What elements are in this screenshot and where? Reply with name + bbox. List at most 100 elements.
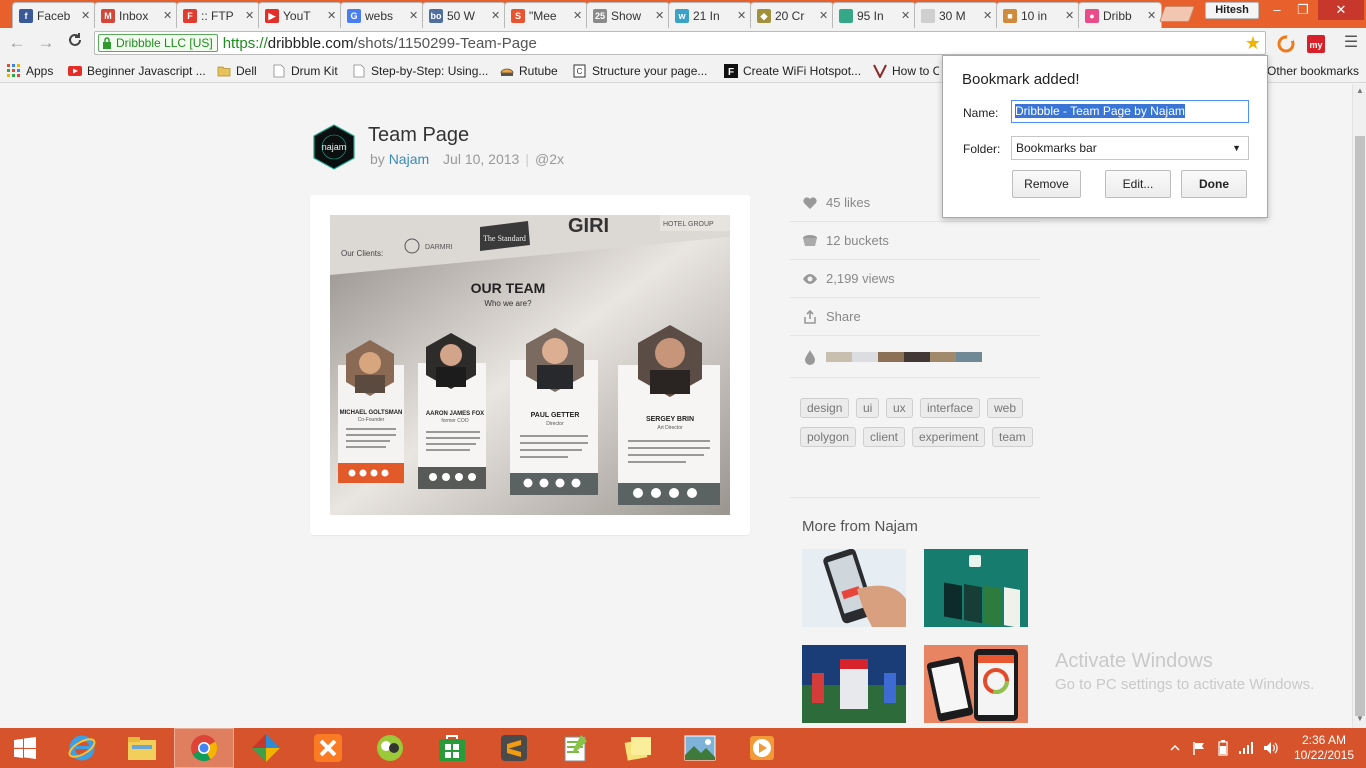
taskbar-file-explorer[interactable] — [112, 728, 172, 768]
browser-tab[interactable]: ● Dribb ✕ — [1078, 2, 1162, 28]
taskbar-app-green[interactable] — [360, 728, 420, 768]
action-center-flag-icon[interactable] — [1192, 741, 1206, 755]
tag-interface[interactable]: interface — [920, 398, 981, 418]
more-shot-thumbnail[interactable] — [924, 645, 1028, 723]
taskbar-notepad-plus[interactable] — [546, 728, 606, 768]
bookmark-dell[interactable]: Dell — [217, 62, 257, 79]
volume-icon[interactable] — [1263, 741, 1279, 755]
tag-client[interactable]: client — [863, 427, 906, 447]
tab-close-icon[interactable]: ✕ — [163, 9, 173, 22]
browser-tab[interactable]: F:: FTP ✕ — [176, 2, 260, 28]
tab-close-icon[interactable]: ✕ — [819, 9, 829, 22]
taskbar-store[interactable] — [422, 728, 482, 768]
tab-close-icon[interactable]: ✕ — [491, 9, 501, 22]
system-clock[interactable]: 2:36 AM 10/22/2015 — [1288, 733, 1360, 763]
extension-sync-icon[interactable] — [1276, 34, 1296, 54]
bookmark-how-to[interactable]: How to C — [873, 62, 939, 79]
tag-ux[interactable]: ux — [886, 398, 913, 418]
tag-ui[interactable]: ui — [856, 398, 880, 418]
tab-close-icon[interactable]: ✕ — [81, 9, 91, 22]
remove-button[interactable]: Remove — [1012, 170, 1081, 198]
taskbar-app-diamond[interactable] — [236, 728, 296, 768]
show-hidden-icons-icon[interactable] — [1170, 743, 1180, 753]
close-window-button[interactable]: ✕ — [1318, 0, 1364, 20]
taskbar-photo-viewer[interactable] — [670, 728, 730, 768]
browser-tab[interactable]: w 21 In ✕ — [668, 2, 752, 28]
tag-design[interactable]: design — [800, 398, 850, 418]
more-shot-thumbnail[interactable] — [802, 645, 906, 723]
browser-tab[interactable]: M Inbox ✕ — [94, 2, 178, 28]
bookmark-star-icon[interactable]: ★ — [1245, 33, 1261, 54]
bookmark-beginner-javascript[interactable]: Beginner Javascript ... — [68, 62, 206, 79]
chrome-menu-icon[interactable]: ☰ — [1340, 32, 1362, 54]
tab-close-icon[interactable]: ✕ — [901, 9, 911, 22]
browser-tab[interactable]: Gwebs ✕ — [340, 2, 424, 28]
new-tab-button[interactable] — [1159, 6, 1195, 22]
done-button[interactable]: Done — [1181, 170, 1247, 198]
address-bar[interactable]: Dribbble LLC [US] https://dribbble.com/s… — [94, 31, 1266, 55]
tag-team[interactable]: team — [992, 427, 1033, 447]
tab-close-icon[interactable]: ✕ — [1065, 9, 1075, 22]
taskbar-media-player[interactable] — [732, 728, 792, 768]
bookmark-structure-your-page[interactable]: C Structure your page... — [573, 62, 707, 79]
tab-close-icon[interactable]: ✕ — [655, 9, 665, 22]
tab-close-icon[interactable]: ✕ — [983, 9, 993, 22]
browser-tab[interactable]: ■ 10 in ✕ — [996, 2, 1080, 28]
extension-my-icon[interactable]: my — [1306, 34, 1326, 54]
palette-swatch[interactable] — [930, 351, 956, 362]
tab-close-icon[interactable]: ✕ — [573, 9, 583, 22]
more-shot-thumbnail[interactable] — [802, 549, 906, 627]
taskbar-internet-explorer[interactable] — [52, 728, 112, 768]
browser-tab[interactable]: f Faceb ✕ — [12, 2, 96, 28]
share-stat[interactable]: Share — [790, 298, 1040, 336]
taskbar-sublime[interactable] — [484, 728, 544, 768]
tab-close-icon[interactable]: ✕ — [327, 9, 337, 22]
palette-swatch[interactable] — [904, 351, 930, 362]
minimize-button[interactable]: – — [1264, 0, 1290, 20]
bookmark-step-by-step[interactable]: Step-by-Step: Using... — [352, 62, 488, 79]
other-bookmarks[interactable]: Other bookmarks — [1267, 62, 1359, 79]
bookmark-name-input[interactable]: Dribbble - Team Page by Najam — [1011, 100, 1249, 123]
author-link[interactable]: Najam — [389, 151, 429, 167]
shot-image[interactable]: Our Clients: DARMRI The Standard GIRI HO… — [330, 215, 730, 515]
maximize-button[interactable]: ❐ — [1290, 0, 1316, 20]
scroll-up-arrow[interactable]: ▲ — [1355, 86, 1365, 96]
author-avatar[interactable]: najam — [313, 124, 355, 170]
tag-experiment[interactable]: experiment — [912, 427, 986, 447]
reload-button[interactable] — [64, 32, 86, 54]
taskbar-sticky-notes[interactable] — [608, 728, 668, 768]
start-button[interactable] — [0, 728, 50, 768]
network-signal-icon[interactable] — [1238, 741, 1254, 755]
scroll-down-arrow[interactable]: ▼ — [1355, 714, 1365, 724]
folder-select[interactable]: Bookmarks bar ▼ — [1011, 136, 1249, 160]
bookmark-rutube[interactable]: Rutube — [500, 62, 558, 79]
browser-tab[interactable]: 25 Show ✕ — [586, 2, 670, 28]
tag-web[interactable]: web — [987, 398, 1024, 418]
back-button[interactable]: ← — [6, 32, 28, 54]
bookmark-drum-kit[interactable]: Drum Kit — [272, 62, 338, 79]
palette-swatch[interactable] — [878, 351, 904, 362]
edit-button[interactable]: Edit... — [1105, 170, 1171, 198]
browser-tab[interactable]: 95 In ✕ — [832, 2, 916, 28]
browser-tab[interactable]: S "Mee ✕ — [504, 2, 588, 28]
tag-polygon[interactable]: polygon — [800, 427, 857, 447]
browser-tab[interactable]: 30 M ✕ — [914, 2, 998, 28]
taskbar-chrome[interactable] — [174, 728, 234, 768]
tab-close-icon[interactable]: ✕ — [737, 9, 747, 22]
forward-button[interactable]: → — [35, 32, 57, 54]
palette-swatch[interactable] — [826, 351, 852, 362]
security-badge[interactable]: Dribbble LLC [US] — [98, 34, 218, 52]
palette-swatch[interactable] — [956, 351, 982, 362]
tab-close-icon[interactable]: ✕ — [409, 9, 419, 22]
scrollbar-thumb[interactable] — [1355, 136, 1365, 716]
battery-icon[interactable] — [1218, 740, 1228, 756]
browser-tab[interactable]: ▶ YouT ✕ — [258, 2, 342, 28]
page-scrollbar[interactable]: ▲ ▼ — [1352, 84, 1366, 728]
buckets-stat[interactable]: 12 buckets — [790, 222, 1040, 260]
palette-swatch[interactable] — [852, 351, 878, 362]
tab-close-icon[interactable]: ✕ — [245, 9, 255, 22]
profile-button[interactable]: Hitesh — [1205, 2, 1259, 19]
url-text[interactable]: https://dribbble.com/shots/1150299-Team-… — [223, 35, 537, 52]
bookmark-create-wifi-hotspot[interactable]: F Create WiFi Hotspot... — [724, 62, 861, 79]
browser-tab[interactable]: bo 50 W ✕ — [422, 2, 506, 28]
